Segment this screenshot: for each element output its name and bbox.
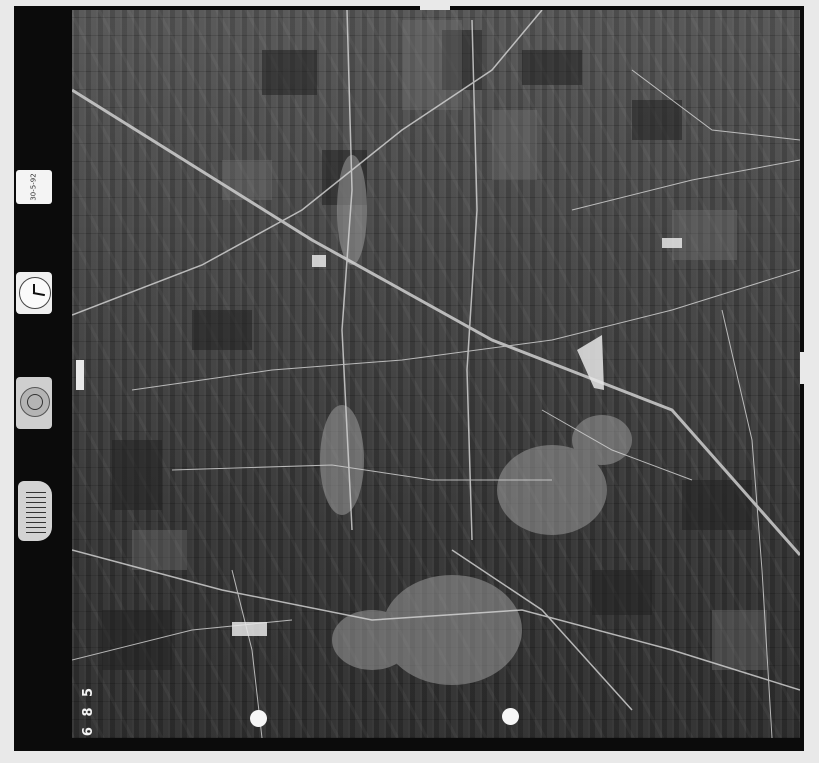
clock-icon [16, 272, 52, 314]
clock-hand-minute [33, 284, 35, 294]
frame-number: 6 8 5 [80, 684, 98, 736]
date-label-text: 30-5-92 [29, 173, 38, 201]
aerial-photograph [72, 10, 800, 738]
fiducial-hole-left [250, 710, 267, 727]
aerial-features [72, 10, 800, 738]
frame-number-text: 6 8 5 [81, 684, 97, 736]
top-notch [420, 6, 450, 10]
left-notch [76, 360, 84, 390]
altimeter-scale [26, 489, 46, 533]
date-label: 30-5-92 [16, 170, 52, 204]
altimeter-icon [18, 481, 52, 541]
bubble-level-icon [16, 377, 52, 429]
dark-field-patches [102, 30, 752, 670]
right-notch [800, 352, 806, 384]
level-bubble [20, 387, 50, 417]
fiducial-hole-right [502, 708, 519, 725]
